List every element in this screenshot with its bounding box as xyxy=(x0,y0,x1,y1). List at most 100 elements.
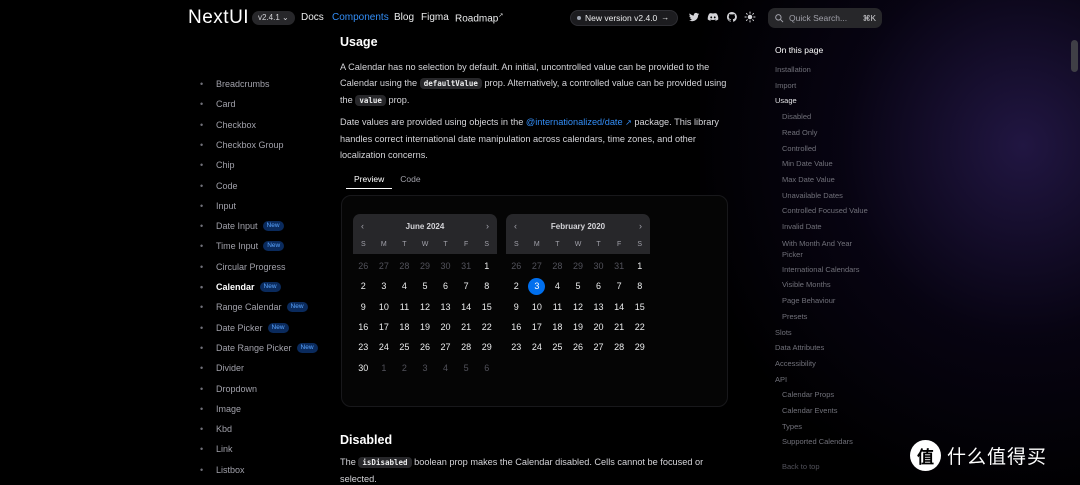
nav-link-roadmap[interactable]: Roadmap↗ xyxy=(455,12,503,24)
toc-item-disabled[interactable]: Disabled xyxy=(782,112,811,121)
toc-item-max-date-value[interactable]: Max Date Value xyxy=(782,175,835,184)
chevron-left-icon[interactable]: ‹ xyxy=(514,221,517,231)
nav-link-figma[interactable]: Figma xyxy=(421,12,449,23)
calendar-day[interactable]: 2 xyxy=(506,276,527,296)
toc-item-read-only[interactable]: Read Only xyxy=(782,128,817,137)
calendar-day[interactable]: 28 xyxy=(456,337,477,357)
sidebar-item-kbd[interactable]: • Kbd xyxy=(200,419,232,439)
nextui-logo[interactable]: NextUI xyxy=(188,7,249,29)
tab-code[interactable]: Code xyxy=(392,171,428,189)
discord-icon[interactable] xyxy=(707,11,719,23)
sidebar-item-date-input[interactable]: • Date Input New xyxy=(200,216,284,236)
calendar-day[interactable]: 11 xyxy=(394,297,415,317)
toc-item-with-month-and-year-picker[interactable]: With Month And Year Picker xyxy=(782,238,872,260)
calendar-day[interactable]: 26 xyxy=(415,337,436,357)
calendar-day[interactable]: 9 xyxy=(506,297,527,317)
toc-item-controlled-focused-value[interactable]: Controlled Focused Value xyxy=(782,206,868,215)
tab-preview[interactable]: Preview xyxy=(346,171,393,189)
calendar-day[interactable]: 14 xyxy=(609,297,630,317)
scrollbar-thumb[interactable] xyxy=(1071,40,1078,72)
calendar-day[interactable]: 25 xyxy=(394,337,415,357)
calendar-day[interactable]: 14 xyxy=(456,297,477,317)
internationalized-date-link[interactable]: @internationalized/date ↗ xyxy=(526,117,632,127)
toc-item-calendar-props[interactable]: Calendar Props xyxy=(782,390,834,399)
version-dropdown[interactable]: v2.4.1 ⌄ xyxy=(252,11,295,25)
quick-search-input[interactable]: Quick Search... ⌘K xyxy=(768,8,882,28)
sidebar-item-code[interactable]: • Code xyxy=(200,176,238,196)
calendar-day[interactable]: 2 xyxy=(353,276,374,296)
calendar-day[interactable]: 8 xyxy=(476,276,497,296)
calendar-day[interactable]: 12 xyxy=(568,297,589,317)
calendar-day[interactable]: 1 xyxy=(476,256,497,276)
toc-item-unavailable-dates[interactable]: Unavailable Dates xyxy=(782,191,843,200)
toc-item-installation[interactable]: Installation xyxy=(775,65,811,74)
toc-item-controlled[interactable]: Controlled xyxy=(782,144,816,153)
toc-item-back-to-top[interactable]: Back to top xyxy=(782,462,820,471)
toc-item-import[interactable]: Import xyxy=(775,81,796,90)
calendar-day[interactable]: 20 xyxy=(435,317,456,337)
toc-item-usage[interactable]: Usage xyxy=(775,96,797,105)
toc-item-api[interactable]: API xyxy=(775,375,787,384)
toc-item-slots[interactable]: Slots xyxy=(775,328,792,337)
toc-item-calendar-events[interactable]: Calendar Events xyxy=(782,406,837,415)
theme-toggle-icon[interactable] xyxy=(744,11,756,23)
calendar-day[interactable]: 10 xyxy=(374,297,395,317)
calendar-day[interactable]: 5 xyxy=(568,276,589,296)
sidebar-item-date-picker[interactable]: • Date Picker New xyxy=(200,318,289,338)
sidebar-item-breadcrumbs[interactable]: • Breadcrumbs xyxy=(200,74,270,94)
calendar-day[interactable]: 29 xyxy=(629,337,650,357)
calendar-day[interactable]: 20 xyxy=(588,317,609,337)
calendar-day[interactable]: 1 xyxy=(629,256,650,276)
calendar-day[interactable]: 4 xyxy=(547,276,568,296)
sidebar-item-time-input[interactable]: • Time Input New xyxy=(200,236,285,256)
calendar-day[interactable]: 21 xyxy=(609,317,630,337)
calendar-day[interactable]: 26 xyxy=(568,337,589,357)
github-icon[interactable] xyxy=(726,11,738,23)
nav-link-docs[interactable]: Docs xyxy=(301,12,324,23)
sidebar-item-divider[interactable]: • Divider xyxy=(200,358,244,378)
calendar-day[interactable]: 15 xyxy=(476,297,497,317)
sidebar-item-card[interactable]: • Card xyxy=(200,94,236,114)
calendar-day[interactable]: 12 xyxy=(415,297,436,317)
calendar-day[interactable]: 25 xyxy=(547,337,568,357)
calendar-day[interactable]: 13 xyxy=(588,297,609,317)
calendar-day[interactable]: 5 xyxy=(415,276,436,296)
calendar-day[interactable]: 10 xyxy=(527,297,548,317)
calendar-day[interactable]: 3 xyxy=(374,276,395,296)
calendar-day[interactable]: 9 xyxy=(353,297,374,317)
toc-item-supported-calendars[interactable]: Supported Calendars xyxy=(782,437,853,446)
calendar-day[interactable]: 11 xyxy=(547,297,568,317)
twitter-icon[interactable] xyxy=(688,11,700,23)
calendar-day[interactable]: 4 xyxy=(394,276,415,296)
sidebar-item-input[interactable]: • Input xyxy=(200,196,236,216)
sidebar-item-dropdown[interactable]: • Dropdown xyxy=(200,379,257,399)
toc-item-invalid-date[interactable]: Invalid Date xyxy=(782,222,822,231)
sidebar-item-image[interactable]: • Image xyxy=(200,399,241,419)
calendar-day[interactable]: 22 xyxy=(629,317,650,337)
calendar-day[interactable]: 23 xyxy=(506,337,527,357)
toc-item-international-calendars[interactable]: International Calendars xyxy=(782,265,860,274)
calendar-day[interactable]: 7 xyxy=(609,276,630,296)
calendar-day[interactable]: 21 xyxy=(456,317,477,337)
toc-item-presets[interactable]: Presets xyxy=(782,312,807,321)
toc-item-types[interactable]: Types xyxy=(782,422,802,431)
calendar-day[interactable]: 19 xyxy=(415,317,436,337)
calendar-day[interactable]: 17 xyxy=(527,317,548,337)
sidebar-item-listbox[interactable]: • Listbox xyxy=(200,460,245,480)
calendar-day[interactable]: 6 xyxy=(588,276,609,296)
calendar-day[interactable]: 18 xyxy=(547,317,568,337)
toc-item-visible-months[interactable]: Visible Months xyxy=(782,280,831,289)
new-version-chip[interactable]: New version v2.4.0 → xyxy=(570,10,679,26)
toc-item-min-date-value[interactable]: Min Date Value xyxy=(782,159,833,168)
calendar-day[interactable]: 13 xyxy=(435,297,456,317)
calendar-day[interactable]: 15 xyxy=(629,297,650,317)
calendar-day-selected[interactable]: 3 xyxy=(527,276,548,296)
nav-link-blog[interactable]: Blog xyxy=(394,12,414,23)
sidebar-item-circular-progress[interactable]: • Circular Progress xyxy=(200,257,286,277)
sidebar-item-date-range-picker[interactable]: • Date Range Picker New xyxy=(200,338,318,358)
calendar-day[interactable]: 28 xyxy=(609,337,630,357)
calendar-day[interactable]: 16 xyxy=(506,317,527,337)
calendar-day[interactable]: 19 xyxy=(568,317,589,337)
calendar-day[interactable]: 27 xyxy=(588,337,609,357)
calendar-day[interactable]: 18 xyxy=(394,317,415,337)
